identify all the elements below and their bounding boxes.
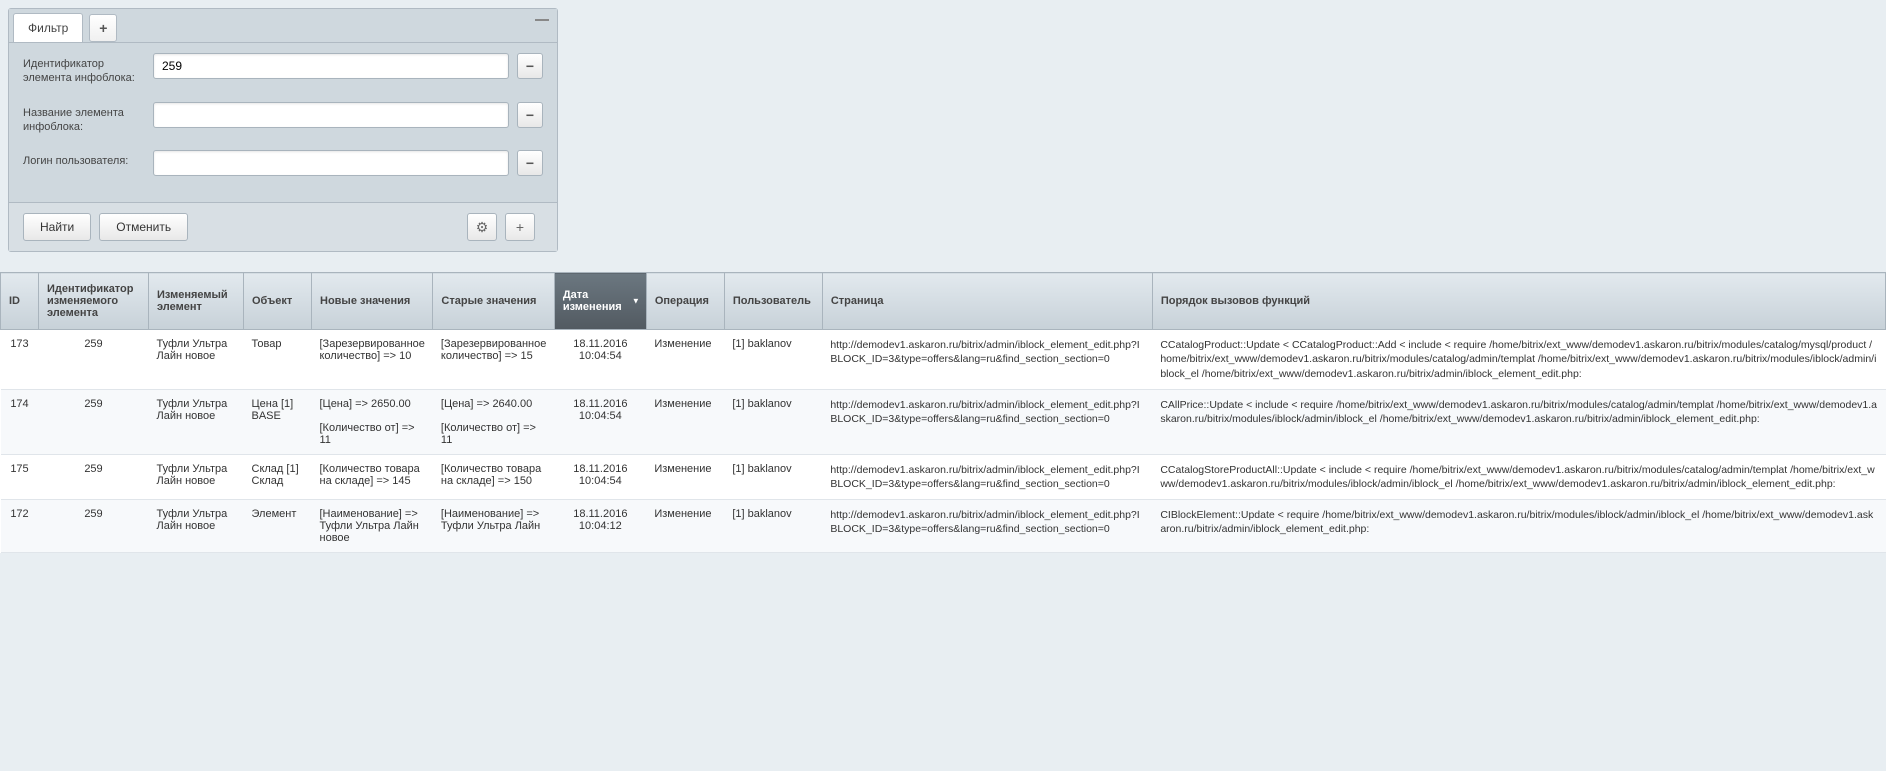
filter-remove-button[interactable]: − <box>517 53 543 79</box>
cell-new-values: [Наименование] => Туфли Ультра Лайн ново… <box>312 500 433 553</box>
filter-input-login[interactable] <box>153 150 509 176</box>
cell-user: [1] baklanov <box>724 500 822 553</box>
cell-operation: Изменение <box>646 500 724 553</box>
col-old-values[interactable]: Старые значения <box>433 273 554 330</box>
cell-funcs: CCatalogStoreProductAll::Update < includ… <box>1152 454 1885 499</box>
cell-id: 175 <box>1 454 39 499</box>
col-id[interactable]: ID <box>1 273 39 330</box>
col-new-values[interactable]: Новые значения <box>312 273 433 330</box>
cell-object: Товар <box>244 330 312 390</box>
cell-ident: 259 <box>39 500 149 553</box>
cell-object: Элемент <box>244 500 312 553</box>
cell-ident: 259 <box>39 454 149 499</box>
col-operation[interactable]: Операция <box>646 273 724 330</box>
cell-page: http://demodev1.askaron.ru/bitrix/admin/… <box>822 389 1152 454</box>
cell-user: [1] baklanov <box>724 330 822 390</box>
filter-input-name[interactable] <box>153 102 509 128</box>
cell-user: [1] baklanov <box>724 454 822 499</box>
cell-ident: 259 <box>39 389 149 454</box>
filter-label-name: Название элемента инфоблока: <box>23 102 153 135</box>
cell-page: http://demodev1.askaron.ru/bitrix/admin/… <box>822 330 1152 390</box>
cell-object: Склад [1] Склад <box>244 454 312 499</box>
filter-remove-button[interactable]: − <box>517 102 543 128</box>
filter-tab[interactable]: Фильтр <box>13 13 83 42</box>
cell-date: 18.11.2016 10:04:54 <box>554 389 646 454</box>
col-object[interactable]: Объект <box>244 273 312 330</box>
filter-row: Название элемента инфоблока: − <box>23 102 543 135</box>
cell-operation: Изменение <box>646 454 724 499</box>
table-row[interactable]: 173259Туфли Ультра Лайн новоеТовар[Зарез… <box>1 330 1886 390</box>
cell-old-values: [Цена] => 2640.00 [Количество от] => 11 <box>433 389 554 454</box>
cancel-button[interactable]: Отменить <box>99 213 188 241</box>
cell-old-values: [Наименование] => Туфли Ультра Лайн <box>433 500 554 553</box>
settings-button[interactable]: ⚙ <box>467 213 497 241</box>
cell-page: http://demodev1.askaron.ru/bitrix/admin/… <box>822 454 1152 499</box>
gear-icon: ⚙ <box>476 219 489 236</box>
cell-object: Цена [1] BASE <box>244 389 312 454</box>
plus-icon: + <box>516 219 524 235</box>
filter-collapse-icon[interactable] <box>535 19 549 21</box>
filter-tabs: Фильтр + <box>9 9 557 43</box>
cell-old-values: [Зарезервированное количество] => 15 <box>433 330 554 390</box>
filter-row: Идентификатор элемента инфоблока: − <box>23 53 543 86</box>
filter-row: Логин пользователя: − <box>23 150 543 176</box>
cell-new-values: [Зарезервированное количество] => 10 <box>312 330 433 390</box>
cell-element: Туфли Ультра Лайн новое <box>149 454 244 499</box>
filter-footer: Найти Отменить ⚙ + <box>9 202 557 251</box>
cell-ident: 259 <box>39 330 149 390</box>
filter-add-tab-button[interactable]: + <box>89 14 117 42</box>
table-row[interactable]: 174259Туфли Ультра Лайн новоеЦена [1] BA… <box>1 389 1886 454</box>
find-button[interactable]: Найти <box>23 213 91 241</box>
add-filter-button[interactable]: + <box>505 213 535 241</box>
col-element[interactable]: Изменяемый элемент <box>149 273 244 330</box>
cell-date: 18.11.2016 10:04:12 <box>554 500 646 553</box>
cell-date: 18.11.2016 10:04:54 <box>554 454 646 499</box>
cell-element: Туфли Ультра Лайн новое <box>149 389 244 454</box>
table-row[interactable]: 172259Туфли Ультра Лайн новоеЭлемент[Наи… <box>1 500 1886 553</box>
cell-date: 18.11.2016 10:04:54 <box>554 330 646 390</box>
table-header-row: ID Идентификатор изменяемого элемента Из… <box>1 273 1886 330</box>
cell-funcs: CAllPrice::Update < include < require /h… <box>1152 389 1885 454</box>
filter-body: Идентификатор элемента инфоблока: − Назв… <box>9 43 557 202</box>
col-date[interactable]: Дата изменения <box>554 273 646 330</box>
filter-remove-button[interactable]: − <box>517 150 543 176</box>
col-page[interactable]: Страница <box>822 273 1152 330</box>
filter-input-id[interactable] <box>153 53 509 79</box>
cell-page: http://demodev1.askaron.ru/bitrix/admin/… <box>822 500 1152 553</box>
col-funcs[interactable]: Порядок вызовов функций <box>1152 273 1885 330</box>
cell-funcs: CCatalogProduct::Update < CCatalogProduc… <box>1152 330 1885 390</box>
table-row[interactable]: 175259Туфли Ультра Лайн новоеСклад [1] С… <box>1 454 1886 499</box>
results-table-wrap: ID Идентификатор изменяемого элемента Из… <box>0 272 1886 553</box>
cell-new-values: [Количество товара на складе] => 145 <box>312 454 433 499</box>
cell-id: 173 <box>1 330 39 390</box>
filter-label-login: Логин пользователя: <box>23 150 153 168</box>
cell-old-values: [Количество товара на складе] => 150 <box>433 454 554 499</box>
cell-id: 172 <box>1 500 39 553</box>
cell-operation: Изменение <box>646 330 724 390</box>
col-user[interactable]: Пользователь <box>724 273 822 330</box>
filter-panel: Фильтр + Идентификатор элемента инфоблок… <box>8 8 558 252</box>
cell-user: [1] baklanov <box>724 389 822 454</box>
cell-funcs: CIBlockElement::Update < require /home/b… <box>1152 500 1885 553</box>
cell-id: 174 <box>1 389 39 454</box>
cell-element: Туфли Ультра Лайн новое <box>149 330 244 390</box>
results-table: ID Идентификатор изменяемого элемента Из… <box>0 272 1886 553</box>
filter-label-id: Идентификатор элемента инфоблока: <box>23 53 153 86</box>
cell-new-values: [Цена] => 2650.00 [Количество от] => 11 <box>312 389 433 454</box>
cell-operation: Изменение <box>646 389 724 454</box>
col-ident[interactable]: Идентификатор изменяемого элемента <box>39 273 149 330</box>
cell-element: Туфли Ультра Лайн новое <box>149 500 244 553</box>
